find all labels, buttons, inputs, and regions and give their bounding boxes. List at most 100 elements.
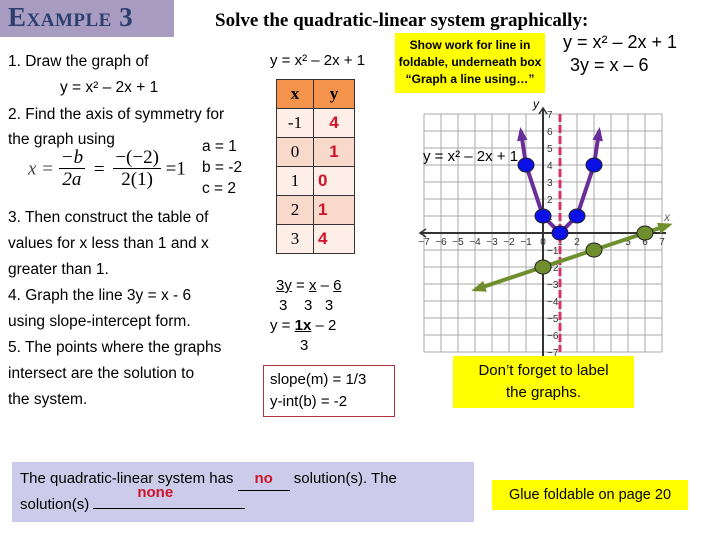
x-tick-label: 2 — [574, 237, 580, 248]
x-tick-label: 7 — [659, 237, 665, 248]
step-line: using slope-intercept form. — [8, 313, 191, 330]
parabola-point — [568, 208, 586, 224]
cell-y: 4 — [313, 108, 355, 138]
x-tick-label: −7 — [418, 237, 430, 248]
table-row: 01 — [276, 137, 355, 167]
answer-text: solution(s). The — [289, 470, 397, 487]
y-tick-label: −1 — [547, 246, 559, 257]
coef-a: a = 1 — [202, 138, 237, 155]
answer-blank-count: no — [237, 467, 290, 491]
answer-blank-solutions: none — [93, 484, 246, 509]
parabola-point — [551, 225, 569, 241]
parabola-point — [585, 157, 603, 173]
table-row: -1 4 — [276, 108, 355, 138]
y-tick-label: 6 — [547, 127, 553, 138]
line-work: 3y = x – 6 3 3 3 y = 1x – 2 3 — [270, 276, 342, 356]
cell-x: 0 — [276, 137, 314, 167]
step-line: greater than 1. — [8, 261, 109, 278]
step-line: 4. Graph the line 3y = x - 6 — [8, 287, 192, 304]
x-tick-label: −5 — [452, 237, 464, 248]
note-glue: Glue foldable on page 20 — [492, 480, 688, 510]
coef-c: c = 2 — [202, 180, 237, 197]
divisor: 3 — [324, 297, 334, 314]
x-tick-label: 0 — [540, 237, 546, 248]
x-axis-label: x — [663, 210, 671, 224]
step-line: values for x less than 1 and x — [8, 235, 209, 252]
cell-y: 1 — [313, 195, 355, 225]
note-line: “Graph a line using…” — [405, 72, 535, 86]
denominator: 2(1) — [121, 169, 153, 190]
y-axis-label: y — [532, 97, 540, 111]
step-1-equation: y = x² – 2x + 1 — [60, 79, 159, 96]
numerator: −b — [58, 147, 86, 169]
note-line: Don’t forget to label — [478, 362, 609, 379]
y-tick-label: −5 — [547, 314, 559, 325]
x-tick-label: −3 — [486, 237, 498, 248]
formula-fraction-2: −(−2) 2(1) — [113, 148, 161, 191]
line-work-row-2: 3 3 3 — [276, 296, 341, 316]
note-line: foldable, underneath box — [398, 55, 542, 69]
formula-lhs: x = — [28, 158, 55, 180]
answer-solutions: none — [137, 484, 174, 501]
answer-box: The quadratic-linear system has no solut… — [12, 462, 474, 522]
table-caption: y = x² – 2x + 1 — [270, 52, 366, 69]
term: – 2 — [311, 317, 337, 334]
table-header-row: x y — [276, 79, 355, 109]
title-banner: Example 3 — [0, 0, 174, 37]
cell-x: 1 — [276, 166, 314, 196]
y-tick-label: 3 — [547, 178, 553, 189]
graph: yx−7−6−5−4−3−2−10125677654321−1−2−3−4−5−… — [418, 97, 673, 359]
term: = — [291, 277, 309, 294]
step-line: 5. The points where the graphs — [8, 339, 222, 356]
y-tick-label: 2 — [547, 195, 553, 206]
heading: Solve the quadratic-linear system graphi… — [215, 10, 589, 31]
term: 1x — [294, 317, 312, 334]
axis-formula: x = −b 2a = −(−2) 2(1) =1 — [28, 148, 186, 191]
answer-line-1: The quadratic-linear system has no solut… — [20, 467, 466, 491]
term: 6 — [333, 277, 342, 294]
y-tick-label: 4 — [547, 161, 553, 172]
parabola-point — [517, 157, 535, 173]
values-table: x y -1 4 01 10 21 34 — [276, 79, 355, 254]
step-line: the system. — [8, 391, 88, 408]
y-tick-label: 5 — [547, 144, 553, 155]
coef-b: b = -2 — [202, 159, 243, 176]
coefficients: a = 1 b = -2 c = 2 — [202, 136, 242, 199]
graph-label: y = x² – 2x + 1 — [423, 148, 519, 165]
note-line: the graphs. — [505, 384, 582, 401]
cell-x: 2 — [276, 195, 314, 225]
answer-text: solution(s) — [20, 496, 94, 513]
y-tick-label: 7 — [547, 110, 553, 121]
y-tick-label: −3 — [547, 280, 559, 291]
step-line: 3. Then construct the table of — [8, 209, 209, 226]
note-show-work: Show work for line in foldable, undernea… — [395, 33, 545, 93]
table-row: 10 — [276, 166, 355, 196]
formula-fraction-1: −b 2a — [58, 147, 86, 191]
term: – — [316, 277, 334, 294]
y-tick-label: −6 — [547, 331, 559, 342]
line-point — [636, 225, 654, 241]
step-2: 2. Find the axis of symmetry for — [8, 106, 225, 123]
answer-text: The quadratic-linear system has — [20, 470, 238, 487]
numerator: −(−2) — [113, 147, 161, 169]
y-intercept-value: y-int(b) = -2 — [270, 393, 348, 410]
header-y: y — [313, 79, 355, 109]
slope-intercept-box: slope(m) = 1/3 y-int(b) = -2 — [263, 365, 395, 417]
header-x: x — [276, 79, 314, 109]
x-tick-label: −6 — [435, 237, 447, 248]
table-row: 21 — [276, 195, 355, 225]
page-title: Example 3 — [8, 2, 134, 32]
table-row: 34 — [276, 224, 355, 254]
cell-x: -1 — [276, 108, 314, 138]
line-work-row-3: y = 1x – 2 — [270, 316, 341, 336]
note-label-graphs: Don’t forget to label the graphs. — [453, 356, 634, 408]
divisor: 3 — [304, 297, 313, 314]
cell-y: 0 — [313, 166, 355, 196]
cell-y: 1 — [313, 137, 355, 167]
line-point — [585, 242, 603, 258]
denominator: 2a — [62, 169, 82, 190]
answer-line-2: solution(s) none — [20, 484, 466, 516]
cell-x: 3 — [276, 224, 314, 254]
slope-value: slope(m) = 1/3 — [270, 371, 367, 388]
term: y = — [270, 317, 295, 334]
